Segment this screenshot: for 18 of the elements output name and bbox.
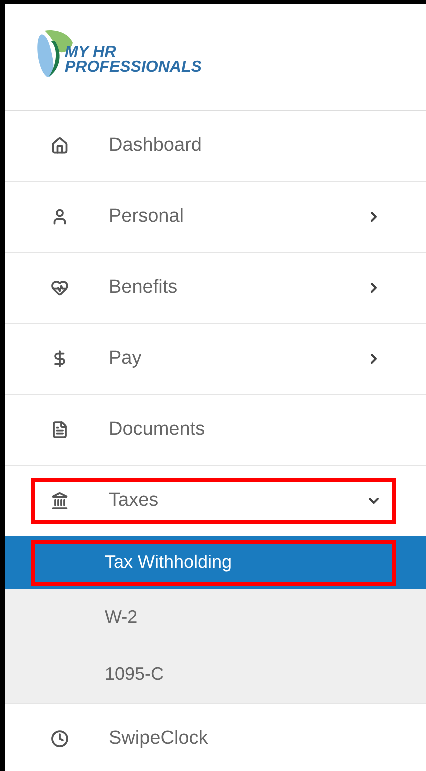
- logo-text: MY HR: [65, 45, 116, 60]
- nav-item[interactable]: Benefits: [31, 265, 396, 311]
- nav-item[interactable]: Pay: [31, 336, 396, 382]
- nav-item[interactable]: Taxes: [31, 478, 396, 524]
- logo-text: PROFESSIONALS: [65, 60, 202, 75]
- user-icon: [51, 208, 69, 226]
- nav-item[interactable]: Personal: [31, 194, 396, 240]
- document-icon: [51, 421, 69, 439]
- nav-item[interactable]: Documents: [31, 407, 396, 453]
- submenu-item[interactable]: Tax Withholding: [31, 540, 396, 586]
- heart-pulse-icon: [51, 279, 69, 297]
- submenu-item[interactable]: 1095-C: [31, 652, 396, 698]
- bank-building-icon: [51, 492, 69, 510]
- home-icon: [51, 137, 69, 155]
- nav-item[interactable]: Dashboard: [31, 123, 396, 169]
- nav-item[interactable]: SwipeClock: [31, 716, 396, 762]
- clock-icon: [51, 730, 69, 748]
- submenu-item[interactable]: W-2: [31, 594, 396, 640]
